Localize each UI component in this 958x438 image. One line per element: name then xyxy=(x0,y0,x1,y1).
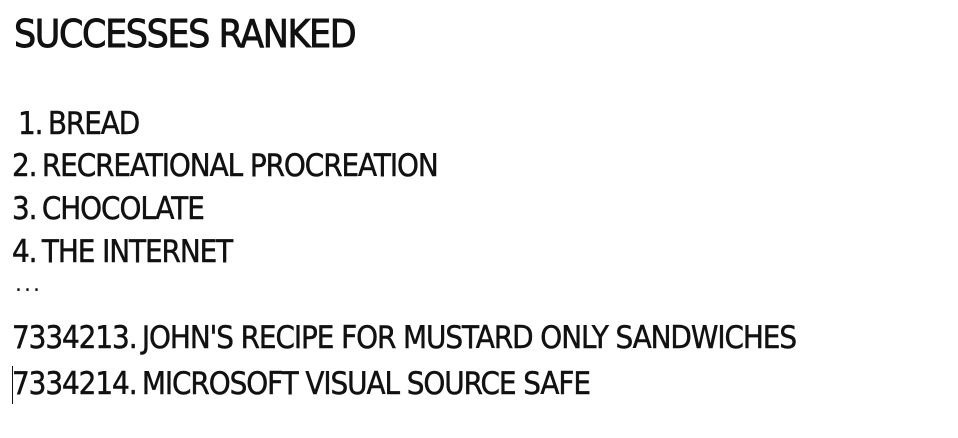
list-item: 7334214. MICROSOFT VISUAL SOURCE SAFE xyxy=(12,364,592,404)
list-item: 7334213. JOHN'S RECIPE FOR MUSTARD ONLY S… xyxy=(12,318,798,358)
rank-number: 7334214. xyxy=(12,366,138,403)
list-item: 1. BREAD xyxy=(18,104,141,144)
rank-number: 4. xyxy=(12,234,38,271)
rank-text: MICROSOFT VISUAL SOURCE SAFE xyxy=(141,366,592,403)
rank-text: JOHN'S RECIPE FOR MUSTARD ONLY SANDWICHE… xyxy=(141,320,798,357)
rank-number: 3. xyxy=(12,191,38,228)
text-cursor xyxy=(12,366,13,404)
list-ellipsis: ... xyxy=(15,272,42,297)
rank-number: 7334213. xyxy=(12,320,138,357)
rank-text: CHOCOLATE xyxy=(41,191,205,228)
list-item: 4. THE INTERNET xyxy=(12,232,234,272)
rank-number: 2. xyxy=(12,148,38,185)
successes-ranked-panel: SUCCESSES RANKED 1. BREAD 2. RECREATIONAL … xyxy=(0,0,958,438)
page-title: SUCCESSES RANKED xyxy=(14,12,357,57)
list-item: 2. RECREATIONAL PROCREATION xyxy=(12,146,439,186)
rank-text: RECREATIONAL PROCREATION xyxy=(41,148,439,185)
rank-number: 1. xyxy=(18,106,44,143)
rank-text: BREAD xyxy=(47,106,141,143)
rank-text: THE INTERNET xyxy=(41,234,234,271)
list-item: 3. CHOCOLATE xyxy=(12,189,205,229)
